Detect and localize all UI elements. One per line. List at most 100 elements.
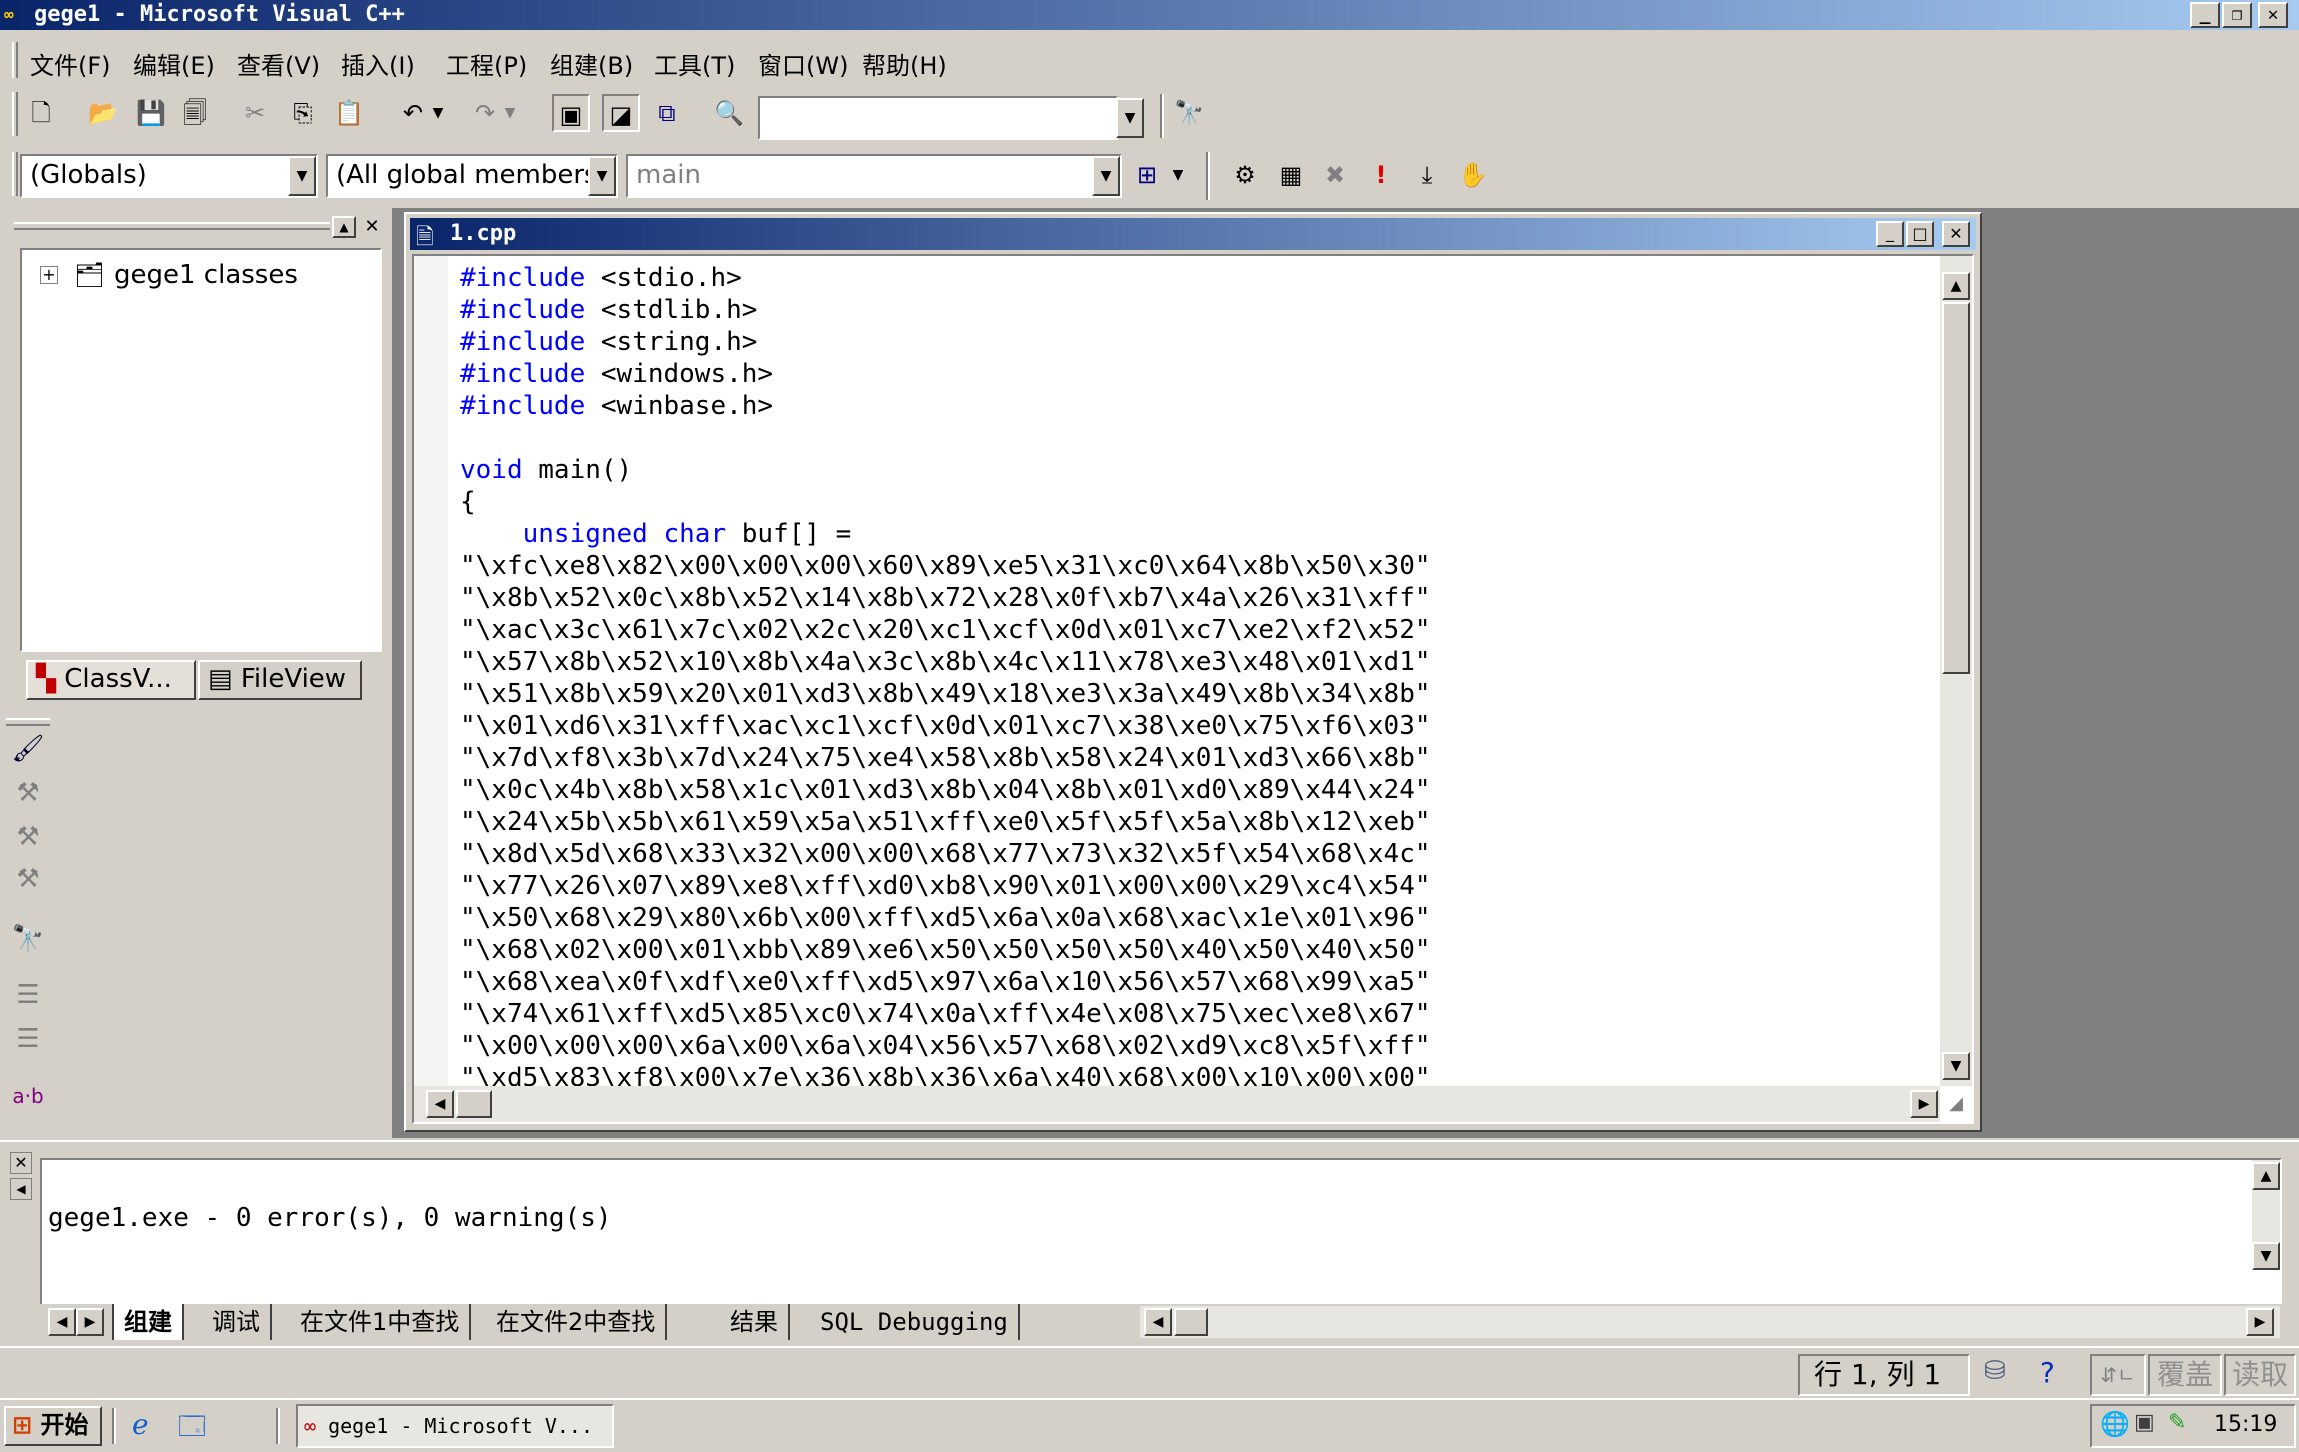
output-hscroll-left[interactable]: ◀ (1144, 1308, 1172, 1336)
code-line[interactable]: #include <stdio.h> (460, 262, 1910, 294)
code-line[interactable]: "\x50\x68\x29\x80\x6b\x00\xff\xd5\x6a\x0… (460, 902, 1910, 934)
workspace-maximize-button[interactable]: ▲ (332, 216, 356, 238)
output-vscroll[interactable]: ▲ ▼ (2252, 1160, 2280, 1270)
code-line[interactable]: void main() (460, 454, 1910, 486)
h-scroll-thumb[interactable] (456, 1090, 492, 1118)
output-hscroll-right[interactable]: ▶ (2246, 1308, 2274, 1336)
menu-insert[interactable]: 插入(I) (341, 46, 415, 81)
horizontal-scrollbar[interactable]: ◀ ▶ (414, 1086, 1940, 1122)
code-line[interactable]: "\x51\x8b\x59\x20\x01\xd3\x8b\x49\x18\xe… (460, 678, 1910, 710)
output-tab-debug[interactable]: 调试 (202, 1304, 272, 1340)
brush-icon[interactable]: 🖌 (8, 734, 48, 774)
save-all-icon[interactable]: 🗐 (176, 94, 214, 132)
code-line[interactable]: "\x68\xea\x0f\xdf\xe0\xff\xd5\x97\x6a\x1… (460, 966, 1910, 998)
code-line[interactable]: "\x8b\x52\x0c\x8b\x52\x14\x8b\x72\x28\x0… (460, 582, 1910, 614)
members-combo[interactable]: (All global members (326, 154, 618, 198)
editor-close-button[interactable]: ✕ (1942, 221, 1970, 247)
vertical-scrollbar[interactable]: ▲ ▼ (1940, 256, 1972, 1086)
code-line[interactable]: "\x68\x02\x00\x01\xbb\x89\xe6\x50\x50\x5… (460, 934, 1910, 966)
compile-icon[interactable]: ⚙ (1226, 156, 1264, 194)
find-in-files-icon[interactable]: 🔍 (710, 94, 748, 132)
output-hscroll[interactable]: ◀ ▶ (1140, 1306, 2280, 1338)
output-hscroll-thumb[interactable] (1174, 1308, 1208, 1336)
paste-icon[interactable]: 📋 (330, 94, 368, 132)
code-line[interactable]: "\x24\x5b\x5b\x61\x59\x5a\x51\xff\xe0\x5… (460, 806, 1910, 838)
redo-dropdown-icon[interactable]: ▼ (500, 94, 520, 132)
code-line[interactable]: "\x01\xd6\x31\xff\xac\xc1\xcf\x0d\x01\xc… (460, 710, 1910, 742)
open-folder-icon[interactable]: 📂 (84, 94, 122, 132)
desktop-icon[interactable]: 🗔 (178, 1408, 214, 1444)
wizard-action-dropdown-icon[interactable]: ▼ (1168, 156, 1188, 194)
output-tab-results[interactable]: 结果 (720, 1304, 790, 1340)
code-line[interactable]: #include <windows.h> (460, 358, 1910, 390)
tab-fileview[interactable]: ▤ FileView (198, 660, 362, 700)
code-line[interactable]: "\x74\x61\xff\xd5\x85\xc0\x74\x0a\xff\x4… (460, 998, 1910, 1030)
output-tab-sql[interactable]: SQL Debugging (810, 1304, 1020, 1340)
members-combo-arrow[interactable]: ▼ (588, 156, 616, 196)
minimize-button[interactable]: _ (2190, 2, 2220, 28)
code-line[interactable] (460, 422, 1910, 454)
editor-minimize-button[interactable]: _ (1876, 221, 1904, 247)
output-tab-next[interactable]: ▶ (76, 1308, 104, 1336)
menu-tools[interactable]: 工具(T) (654, 46, 735, 81)
scope-combo-arrow[interactable]: ▼ (288, 156, 316, 196)
output-toggle-icon[interactable]: ◪ (602, 94, 640, 132)
menu-help[interactable]: 帮助(H) (862, 46, 947, 81)
output-close-icon[interactable]: ✕ (10, 1152, 32, 1174)
find-combo-arrow[interactable]: ▼ (1116, 98, 1144, 138)
undo-icon[interactable]: ↶ (394, 94, 432, 132)
editor-maximize-button[interactable]: □ (1906, 221, 1934, 247)
output-text-area[interactable]: gege1.exe - 0 error(s), 0 warning(s) ▲ ▼ (40, 1158, 2282, 1314)
menu-view[interactable]: 查看(V) (237, 46, 320, 81)
ab-label[interactable]: a·b (8, 1084, 48, 1124)
code-line[interactable]: "\x00\x00\x00\x6a\x00\x6a\x04\x56\x57\x6… (460, 1030, 1910, 1062)
workspace-toggle-icon[interactable]: ▣ (552, 94, 590, 132)
menu-window[interactable]: 窗口(W) (758, 46, 848, 81)
help-icon[interactable]: ? (2040, 1356, 2078, 1394)
go-icon[interactable]: ⤓ (1408, 156, 1446, 194)
redo-icon[interactable]: ↷ (466, 94, 504, 132)
menu-project[interactable]: 工程(P) (446, 46, 527, 81)
find-combo[interactable] (758, 96, 1118, 140)
taskbar-task-vc[interactable]: ∞ gege1 - Microsoft V... (296, 1404, 614, 1448)
scroll-left-button[interactable]: ◀ (426, 1090, 454, 1118)
output-scroll-down[interactable]: ▼ (2252, 1242, 2280, 1270)
scroll-right-button[interactable]: ▶ (1910, 1090, 1938, 1118)
output-restore-icon[interactable]: ◀ (10, 1178, 32, 1200)
ie-icon[interactable]: ℯ (132, 1408, 168, 1444)
output-tab-find1[interactable]: 在文件1中查找 (290, 1304, 472, 1340)
output-tab-find2[interactable]: 在文件2中查找 (486, 1304, 668, 1340)
code-line[interactable]: #include <winbase.h> (460, 390, 1910, 422)
workspace-close-icon[interactable]: ✕ (360, 216, 384, 238)
output-tab-prev[interactable]: ◀ (48, 1308, 76, 1336)
code-line[interactable]: "\x57\x8b\x52\x10\x8b\x4a\x3c\x8b\x4c\x1… (460, 646, 1910, 678)
code-line[interactable]: #include <stdlib.h> (460, 294, 1910, 326)
scroll-up-button[interactable]: ▲ (1942, 272, 1970, 300)
function-combo-arrow[interactable]: ▼ (1092, 156, 1120, 196)
start-button[interactable]: ⊞ 开始 (4, 1406, 102, 1446)
undo-dropdown-icon[interactable]: ▼ (428, 94, 448, 132)
build-icon[interactable]: ▦ (1272, 156, 1310, 194)
function-combo[interactable]: main (626, 154, 1122, 198)
wizard-action-icon[interactable]: ⊞ (1128, 156, 1166, 194)
restore-button[interactable]: ❐ (2222, 2, 2252, 28)
code-line[interactable]: { (460, 486, 1910, 518)
tool3-icon[interactable]: ⚒ (8, 822, 48, 862)
scope-combo[interactable]: (Globals) (20, 154, 318, 198)
code-line[interactable]: "\x8d\x5d\x68\x33\x32\x00\x00\x68\x77\x7… (460, 838, 1910, 870)
close-button[interactable]: ✕ (2258, 2, 2288, 28)
code-line[interactable]: "\x0c\x4b\x8b\x58\x1c\x01\xd3\x8b\x04\x8… (460, 774, 1910, 806)
output-scroll-up[interactable]: ▲ (2252, 1162, 2280, 1190)
size-grip-icon[interactable]: ◢ (1942, 1090, 1970, 1118)
tree-root-label[interactable]: gege1 classes (114, 260, 298, 290)
code-line[interactable]: "\xfc\xe8\x82\x00\x00\x00\x60\x89\xe5\x3… (460, 550, 1910, 582)
save-icon[interactable]: 💾 (132, 94, 170, 132)
menu-build[interactable]: 组建(B) (550, 46, 633, 81)
stop-build-icon[interactable]: ✖ (1316, 156, 1354, 194)
output-tab-build[interactable]: 组建 (112, 1304, 184, 1340)
tray-tool-icon[interactable]: ✎ (2168, 1410, 2186, 1435)
code-line[interactable]: "\x7d\xf8\x3b\x7d\x24\x75\xe4\x58\x8b\x5… (460, 742, 1910, 774)
tool2-icon[interactable]: ⚒ (8, 778, 48, 818)
new-file-icon[interactable]: 🗋 (22, 94, 60, 132)
outdent-icon[interactable]: ☰ (8, 1024, 48, 1064)
